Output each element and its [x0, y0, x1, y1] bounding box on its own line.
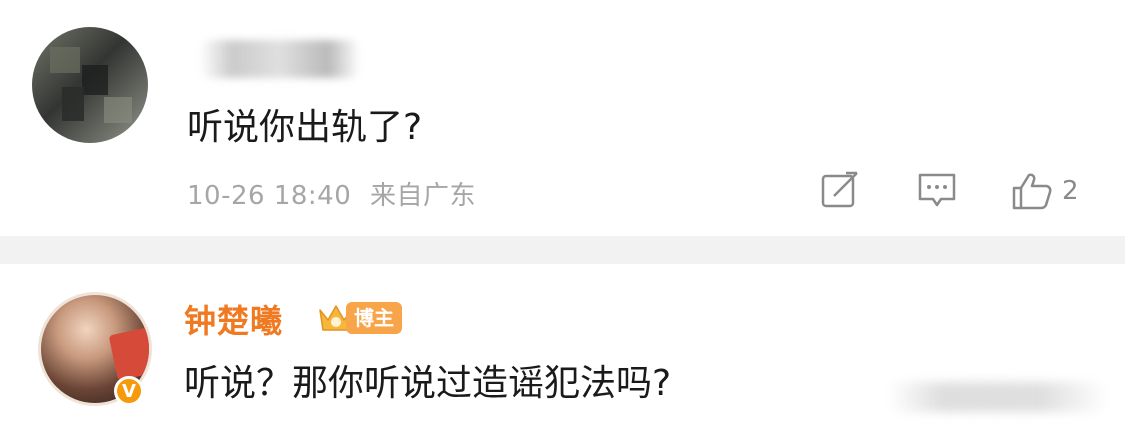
avatar-sticker [108, 327, 149, 381]
verified-mark: V [122, 380, 136, 402]
comment-timestamp: 10-26 18:40 [187, 181, 352, 211]
blogger-badge: 博主 [346, 302, 402, 334]
like-button[interactable]: 2 [1010, 170, 1079, 212]
comment-1: 听说你出轨了? 10-26 18:40 来自广东 2 [0, 0, 1125, 236]
verified-icon: V [114, 376, 144, 406]
reply-text: 听说？那你听说过造谣犯法吗? [184, 363, 672, 404]
edit-share-icon [821, 171, 858, 208]
comment-text: 听说你出轨了? [187, 107, 423, 148]
username-blurred[interactable] [200, 40, 360, 78]
blogger-username[interactable]: 钟楚曦 [184, 296, 283, 342]
share-button[interactable] [820, 170, 860, 210]
comment-meta: 10-26 18:40 来自广东 [187, 175, 476, 212]
comment-location: 来自广东 [370, 181, 477, 211]
like-count: 2 [1062, 176, 1079, 206]
user-avatar[interactable] [32, 27, 148, 143]
comment-icon [918, 173, 956, 207]
thumbs-up-icon [1012, 173, 1052, 210]
watermark-blurred [888, 382, 1108, 412]
comment-divider [0, 236, 1125, 264]
reply-button[interactable] [916, 170, 958, 210]
